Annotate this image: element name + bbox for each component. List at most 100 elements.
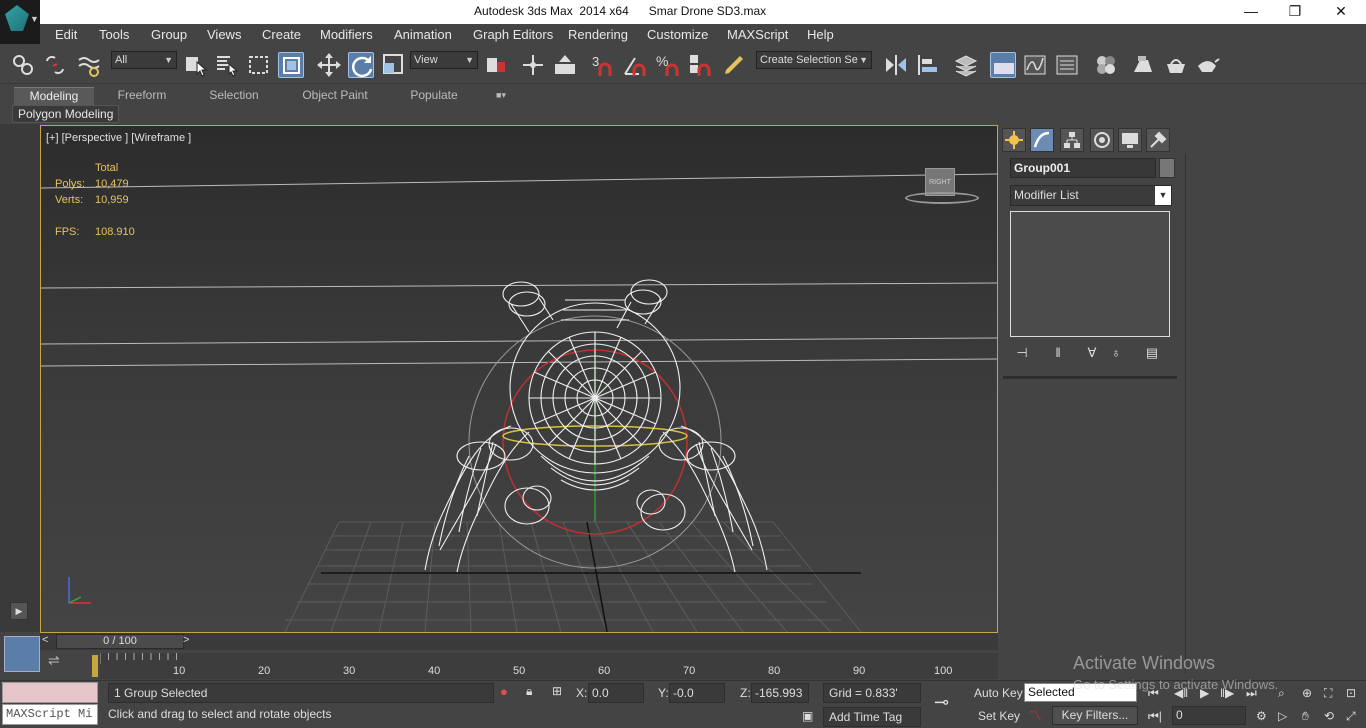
menu-graph-editors[interactable]: Graph Editors <box>473 27 553 42</box>
selection-lock-icon[interactable]: 🔒︎ <box>526 684 532 699</box>
unlink-selection-icon[interactable] <box>42 52 68 78</box>
motion-tab-icon[interactable] <box>1090 128 1114 152</box>
viewcube[interactable]: RIGHT <box>903 162 997 210</box>
render-setup-icon[interactable] <box>1130 52 1156 78</box>
menu-group[interactable]: Group <box>151 27 187 42</box>
percent-snap-toggle-icon[interactable]: % <box>655 52 681 78</box>
align-icon[interactable] <box>915 52 941 78</box>
tab-freeform[interactable]: Freeform <box>102 87 182 105</box>
show-end-result-icon[interactable]: ‖ <box>1048 345 1068 363</box>
hierarchy-tab-icon[interactable] <box>1060 128 1084 152</box>
minimize-button[interactable]: — <box>1228 0 1274 24</box>
manipulate-icon[interactable] <box>520 52 546 78</box>
auto-key-button[interactable]: Auto Key <box>974 686 1023 700</box>
material-editor-icon[interactable] <box>1093 52 1119 78</box>
zoom-extents-all-icon[interactable]: ⊡ <box>1346 686 1356 700</box>
menu-help[interactable]: Help <box>807 27 834 42</box>
select-and-link-icon[interactable] <box>10 52 36 78</box>
schematic-view-icon[interactable] <box>1054 52 1080 78</box>
pan-view-icon[interactable]: ✋︎ <box>1302 709 1309 724</box>
key-tangent-icon[interactable]: 〽 <box>1028 706 1042 726</box>
window-crossing-icon[interactable] <box>278 52 304 78</box>
configure-modifier-sets-icon[interactable]: ▤ <box>1142 345 1162 363</box>
layer-manager-icon[interactable] <box>953 52 979 78</box>
application-button[interactable]: ▼ <box>0 0 40 44</box>
make-unique-icon[interactable]: ∀ <box>1082 345 1102 363</box>
select-by-name-icon[interactable] <box>214 52 240 78</box>
edit-named-selection-icon[interactable] <box>722 52 748 78</box>
modify-tab-icon[interactable] <box>1030 128 1054 152</box>
object-name-field[interactable]: Group001 <box>1010 158 1156 178</box>
menu-modifiers[interactable]: Modifiers <box>320 27 373 42</box>
menu-create[interactable]: Create <box>262 27 301 42</box>
add-time-tag-button[interactable]: Add Time Tag <box>823 707 921 727</box>
mirror-icon[interactable] <box>883 52 909 78</box>
key-mode-toggle-icon[interactable]: ⏮| <box>1148 709 1162 724</box>
menu-edit[interactable]: Edit <box>55 27 77 42</box>
menu-views[interactable]: Views <box>207 27 241 42</box>
create-tab-icon[interactable] <box>1002 128 1026 152</box>
snaps-toggle-icon[interactable]: 3 <box>590 52 616 78</box>
track-bar[interactable]: 10 20 30 40 50 60 70 80 90 100 <box>92 653 998 679</box>
graphite-modeling-tools-icon[interactable] <box>990 52 1016 78</box>
zoom-icon[interactable]: ⌕ <box>1278 686 1285 701</box>
time-configuration-icon[interactable]: ⚙ <box>1256 709 1267 723</box>
absolute-mode-icon[interactable]: ⊞ <box>552 684 562 698</box>
time-prev-icon[interactable]: < <box>42 634 48 646</box>
menu-rendering[interactable]: Rendering <box>568 27 628 42</box>
angle-snap-toggle-icon[interactable] <box>622 52 648 78</box>
maxscript-mini-listener[interactable]: MAXScript Mi <box>2 704 98 725</box>
current-time-marker[interactable] <box>92 655 98 677</box>
utilities-tab-icon[interactable] <box>1146 128 1170 152</box>
select-and-rotate-icon[interactable] <box>348 52 374 78</box>
modifier-list-dropdown[interactable]: Modifier List ▼ <box>1010 185 1172 206</box>
spinner-snap-toggle-icon[interactable] <box>687 52 713 78</box>
pin-stack-icon[interactable]: ⊣ <box>1012 345 1032 363</box>
maximize-viewport-icon[interactable]: ⤢ <box>1346 709 1356 724</box>
set-keys-icon[interactable]: ⊸ <box>934 692 949 713</box>
y-coordinate-field[interactable]: -0.0 <box>669 683 725 703</box>
reference-coordinate-dropdown[interactable]: View ▼ <box>410 51 478 69</box>
modifier-stack[interactable] <box>1010 211 1170 337</box>
perspective-viewport[interactable]: [+] [Perspective ] [Wireframe ] Total Po… <box>40 125 998 633</box>
render-production-icon[interactable] <box>1195 52 1221 78</box>
menu-maxscript[interactable]: MAXScript <box>727 27 788 42</box>
maxscript-listener-output[interactable] <box>2 682 98 703</box>
tab-populate[interactable]: Populate <box>398 87 470 105</box>
current-frame-field[interactable]: 0 <box>1172 706 1246 725</box>
ribbon-options-icon[interactable]: ■▾ <box>488 87 514 105</box>
menu-customize[interactable]: Customize <box>647 27 708 42</box>
time-slider[interactable]: < 0 / 100 > <box>40 633 998 650</box>
close-button[interactable]: ✕ <box>1318 0 1364 24</box>
rectangular-selection-icon[interactable] <box>246 52 272 78</box>
curve-editor-icon[interactable] <box>1022 52 1048 78</box>
selection-filter-dropdown[interactable]: All ▼ <box>111 51 177 69</box>
time-tag-icon[interactable]: ▣ <box>802 709 813 723</box>
viewport-layout-tab[interactable] <box>4 636 40 672</box>
field-of-view-icon[interactable]: ▷ <box>1278 709 1287 723</box>
viewcube-compass-ring[interactable] <box>905 192 979 204</box>
set-key-button[interactable]: Set Key <box>978 709 1020 723</box>
zoom-extents-icon[interactable]: ⛶ <box>1324 686 1332 701</box>
display-tab-icon[interactable] <box>1118 128 1142 152</box>
object-color-swatch[interactable] <box>1159 158 1175 178</box>
restore-button[interactable]: ❐ <box>1272 0 1318 24</box>
tab-modeling[interactable]: Modeling <box>14 87 94 105</box>
orbit-icon[interactable]: ⟲ <box>1324 709 1334 723</box>
select-and-move-icon[interactable] <box>316 52 342 78</box>
select-and-scale-icon[interactable] <box>381 52 407 78</box>
bind-to-space-warp-icon[interactable] <box>76 52 102 78</box>
named-selection-sets-dropdown[interactable]: Create Selection Se ▼ <box>756 51 872 69</box>
time-slider-thumb[interactable]: 0 / 100 <box>56 634 184 649</box>
menu-tools[interactable]: Tools <box>99 27 129 42</box>
isolate-selection-icon[interactable]: ● <box>500 684 508 699</box>
play-arrow-icon[interactable]: ▶ <box>10 602 28 620</box>
keyboard-shortcut-override-icon[interactable] <box>552 52 578 78</box>
key-filters-button[interactable]: Key Filters... <box>1052 706 1138 725</box>
menu-animation[interactable]: Animation <box>394 27 452 42</box>
z-coordinate-field[interactable]: -165.993 <box>751 683 809 703</box>
tab-selection[interactable]: Selection <box>194 87 274 105</box>
pivot-center-icon[interactable] <box>484 52 510 78</box>
zoom-all-icon[interactable]: ⊕ <box>1302 686 1312 700</box>
rendered-frame-window-icon[interactable] <box>1163 52 1189 78</box>
